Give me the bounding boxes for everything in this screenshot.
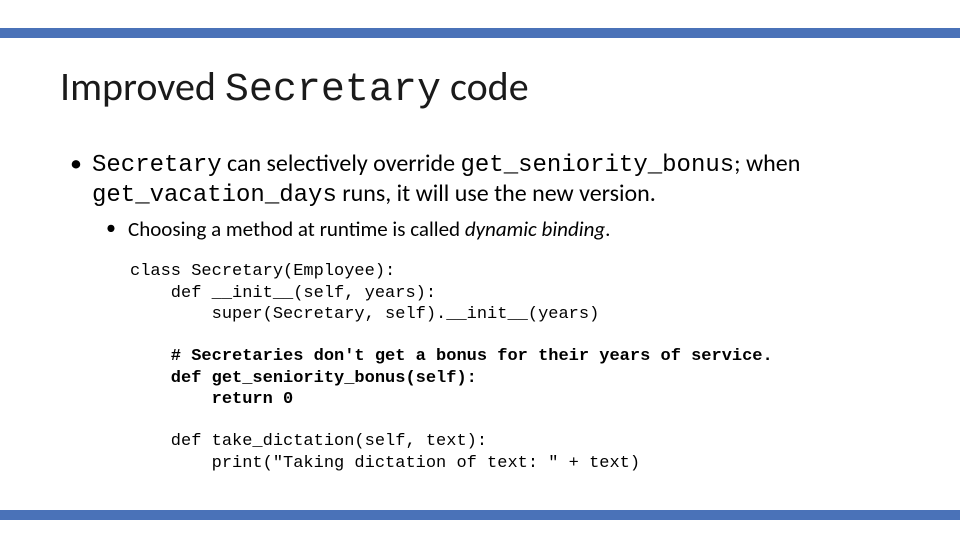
bottom-accent-bar	[0, 510, 960, 520]
slide: Improved Secretary code Secretary can se…	[0, 0, 960, 540]
bullet-level-2: Choosing a method at runtime is called d…	[100, 217, 900, 241]
code-line-9: def take_dictation(self, text):	[130, 432, 487, 451]
code-block: class Secretary(Employee): def __init__(…	[130, 261, 900, 474]
code-line-6: def get_seniority_bonus(self):	[130, 369, 477, 388]
bullet1-text-2: ; when	[734, 149, 800, 178]
bullet1-text-3: runs, it will use the new version.	[337, 179, 656, 208]
code-line-2: def __init__(self, years):	[130, 284, 436, 303]
slide-content: Secretary can selectively override get_s…	[70, 150, 900, 474]
bullet2-text-2: .	[605, 216, 610, 242]
bullet2-italic: dynamic binding	[465, 216, 605, 242]
bullet1-code-3: get_vacation_days	[92, 182, 337, 209]
title-text-pre: Improved	[60, 62, 225, 111]
code-line-5: # Secretaries don't get a bonus for thei…	[130, 347, 773, 366]
code-line-3: super(Secretary, self).__init__(years)	[130, 305, 599, 324]
code-line-1: class Secretary(Employee):	[130, 262, 395, 281]
slide-title: Improved Secretary code	[60, 62, 529, 113]
bullet1-code-1: Secretary	[92, 152, 222, 179]
code-line-10: print("Taking dictation of text: " + tex…	[130, 454, 640, 473]
top-accent-bar	[0, 28, 960, 38]
title-text-post: code	[441, 62, 529, 111]
bullet-level-1: Secretary can selectively override get_s…	[70, 150, 900, 209]
code-line-7: return 0	[130, 390, 293, 409]
bullet1-code-2: get_seniority_bonus	[461, 152, 735, 179]
bullet2-text-1: Choosing a method at runtime is called	[128, 216, 465, 242]
bullet1-text-1: can selectively override	[222, 149, 461, 178]
title-code: Secretary	[225, 68, 441, 113]
